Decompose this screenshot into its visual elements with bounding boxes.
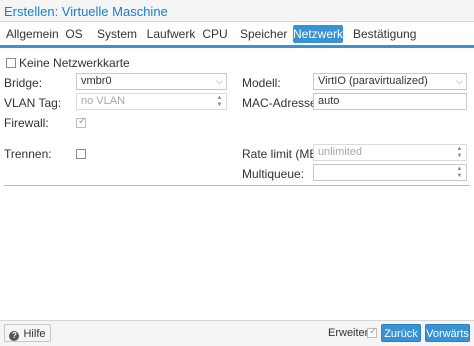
tab-cpu[interactable]: CPU xyxy=(202,25,228,43)
rate-limit-placeholder: unlimited xyxy=(318,146,363,158)
mac-label: MAC-Adresse: xyxy=(242,96,321,110)
window-titlebar: Erstellen: Virtuelle Maschine xyxy=(0,0,474,22)
tab-bar: Allgemein OS System Laufwerk CPU Speiche… xyxy=(0,22,474,46)
question-icon: ? xyxy=(9,331,20,341)
bridge-select[interactable]: vmbr0 ⌵ xyxy=(76,73,227,90)
rate-limit-input[interactable]: unlimited ▲ ▼ xyxy=(313,144,467,161)
tab-os[interactable]: OS xyxy=(62,25,86,43)
section-divider xyxy=(4,185,470,186)
multiqueue-input[interactable]: ▲ ▼ xyxy=(313,164,467,181)
model-label: Modell: xyxy=(242,76,281,90)
mac-value: auto xyxy=(318,95,340,107)
firewall-checkbox[interactable]: ✓ xyxy=(76,116,87,128)
tab-laufwerk[interactable]: Laufwerk xyxy=(145,25,197,43)
disconnect-checkbox[interactable] xyxy=(76,149,86,159)
no-nic-label: Keine Netzwerkkarte xyxy=(19,56,130,70)
checkmark-icon: ✓ xyxy=(78,116,87,127)
no-nic-checkbox[interactable] xyxy=(6,58,16,68)
tab-system[interactable]: System xyxy=(97,25,137,43)
multiqueue-label: Multiqueue: xyxy=(242,167,305,181)
spinner-icon[interactable]: ▲ ▼ xyxy=(456,166,463,179)
bridge-label: Bridge: xyxy=(4,76,43,90)
model-value: VirtIO (paravirtualized) xyxy=(318,75,428,87)
tab-bestaetigung[interactable]: Bestätigung xyxy=(353,25,416,43)
window-title: Erstellen: Virtuelle Maschine xyxy=(4,4,168,19)
dialog-footer: ? Hilfe Erweitert ✓ Zurück Vorwärts xyxy=(0,320,474,346)
network-form: Keine Netzwerkkarte Bridge: vmbr0 ⌵ VLAN… xyxy=(0,48,474,320)
vlan-input[interactable]: no VLAN ▲ ▼ xyxy=(76,93,227,110)
tab-speicher[interactable]: Speicher xyxy=(240,25,287,43)
tab-netzwerk[interactable]: Netzwerk xyxy=(293,25,343,43)
advanced-checkbox[interactable]: ✓ xyxy=(367,326,378,338)
firewall-label: Firewall: xyxy=(4,116,49,130)
checkmark-icon: ✓ xyxy=(369,326,378,337)
advanced-label: Erweitert xyxy=(328,327,372,339)
mac-input[interactable]: auto xyxy=(313,93,467,110)
chevron-down-icon[interactable]: ⌵ xyxy=(456,74,463,89)
vlan-placeholder: no VLAN xyxy=(81,95,126,107)
help-button[interactable]: ? Hilfe xyxy=(4,324,51,342)
help-button-label: Hilfe xyxy=(23,328,46,340)
tab-allgemein[interactable]: Allgemein xyxy=(6,25,59,43)
spinner-icon[interactable]: ▲ ▼ xyxy=(216,95,223,108)
bridge-value: vmbr0 xyxy=(81,75,112,87)
vlan-label: VLAN Tag: xyxy=(4,96,62,110)
model-select[interactable]: VirtIO (paravirtualized) ⌵ xyxy=(313,73,467,90)
disconnect-label: Trennen: xyxy=(4,147,52,161)
spinner-icon[interactable]: ▲ ▼ xyxy=(456,146,463,159)
back-button[interactable]: Zurück xyxy=(381,324,421,342)
chevron-down-icon[interactable]: ⌵ xyxy=(216,74,223,89)
next-button[interactable]: Vorwärts xyxy=(425,324,470,342)
